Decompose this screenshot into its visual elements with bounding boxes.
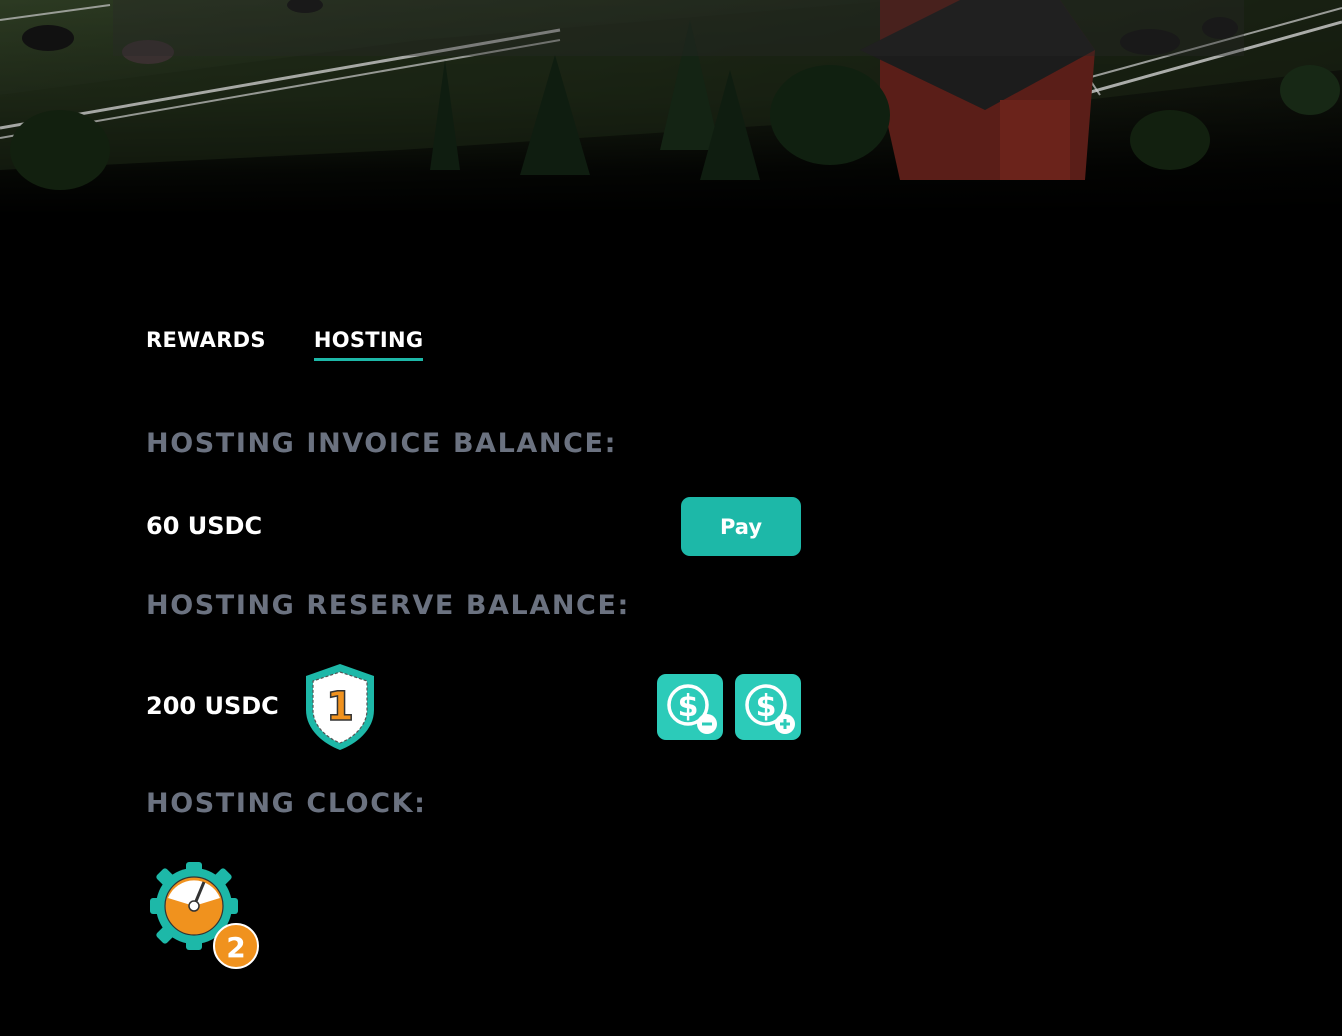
- reserve-balance-value: 200 USDC: [146, 692, 279, 720]
- withdraw-reserve-button[interactable]: $: [657, 674, 723, 740]
- pay-button[interactable]: Pay: [681, 497, 801, 556]
- svg-text:$: $: [678, 689, 699, 724]
- hosting-clock-icon: 2: [150, 862, 259, 969]
- tab-bar: REWARDS HOSTING: [146, 328, 424, 361]
- hosting-clock-label: HOSTING CLOCK:: [146, 788, 427, 819]
- clock-level-number: 2: [226, 931, 245, 964]
- tab-rewards[interactable]: REWARDS: [146, 328, 266, 361]
- dollar-minus-icon: $: [667, 684, 717, 734]
- invoice-balance-value: 60 USDC: [146, 512, 263, 540]
- invoice-balance-label: HOSTING INVOICE BALANCE:: [146, 428, 617, 459]
- tab-hosting[interactable]: HOSTING: [313, 328, 424, 361]
- deposit-reserve-button[interactable]: $: [735, 674, 801, 740]
- dollar-plus-icon: $: [745, 684, 795, 734]
- svg-text:$: $: [756, 689, 777, 724]
- reserve-balance-label: HOSTING RESERVE BALANCE:: [146, 590, 630, 621]
- banner-overlay-panel: [113, 0, 1244, 56]
- farm-banner: [0, 0, 1342, 215]
- shield-level-icon: 1: [306, 664, 374, 750]
- shield-level-number: 1: [326, 684, 354, 730]
